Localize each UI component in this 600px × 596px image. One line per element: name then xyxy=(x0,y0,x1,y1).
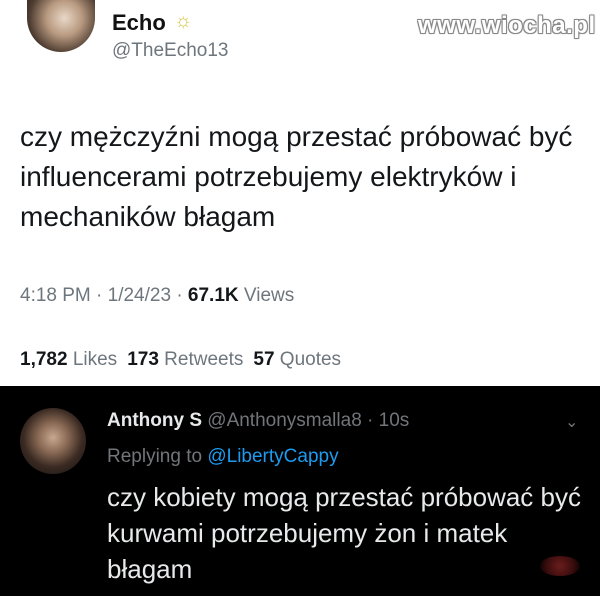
chevron-down-icon[interactable]: ⌄ xyxy=(565,412,578,432)
reply-header: Anthony S @Anthonysmalla8 · 10s xyxy=(107,410,409,432)
quotes-count: 57 xyxy=(253,349,275,370)
replying-mention[interactable]: @LibertyCappy xyxy=(207,446,338,467)
retweets-count: 173 xyxy=(127,349,159,370)
replying-prefix: Replying to xyxy=(107,446,208,467)
replying-to: Replying to @LibertyCappy xyxy=(107,446,339,468)
retweets-stat[interactable]: 173 Retweets xyxy=(127,349,243,370)
tweet-text: czy mężczyźni mogą przestać próbować być… xyxy=(20,121,573,232)
likes-label: Likes xyxy=(67,349,118,370)
tweet-stats: 1,782 Likes 173 Retweets 57 Quotes xyxy=(20,349,341,371)
reply-tweet: Anthony S @Anthonysmalla8 · 10s ⌄ Replyi… xyxy=(0,386,600,596)
quotes-label: Quotes xyxy=(274,349,342,370)
reply-author-name[interactable]: Anthony S xyxy=(107,410,202,431)
tweet-time[interactable]: 4:18 PM · 1/24/23 · xyxy=(20,285,188,306)
views-count: 67.1K xyxy=(187,285,239,306)
reply-text: czy kobiety mogą przestać próbować być k… xyxy=(107,482,581,584)
watermark-logo xyxy=(540,556,580,576)
original-tweet: Echo ☼ @TheEcho13 www.wiocha.pl czy mężc… xyxy=(0,0,600,386)
sun-icon: ☼ xyxy=(174,10,193,32)
reply-handle-time[interactable]: @Anthonysmalla8 · 10s xyxy=(202,410,409,431)
author-handle[interactable]: @TheEcho13 xyxy=(112,40,228,62)
author-avatar[interactable] xyxy=(27,0,95,52)
author-name[interactable]: Echo xyxy=(112,10,166,36)
watermark: www.wiocha.pl xyxy=(418,12,596,39)
quotes-stat[interactable]: 57 Quotes xyxy=(253,349,341,370)
reply-avatar[interactable] xyxy=(20,408,86,474)
tweet-meta: 4:18 PM · 1/24/23 · 67.1K Views xyxy=(20,285,294,307)
likes-count: 1,782 xyxy=(20,349,68,370)
views-label: Views xyxy=(238,285,295,306)
retweets-label: Retweets xyxy=(158,349,244,370)
likes-stat[interactable]: 1,782 Likes xyxy=(20,349,117,370)
